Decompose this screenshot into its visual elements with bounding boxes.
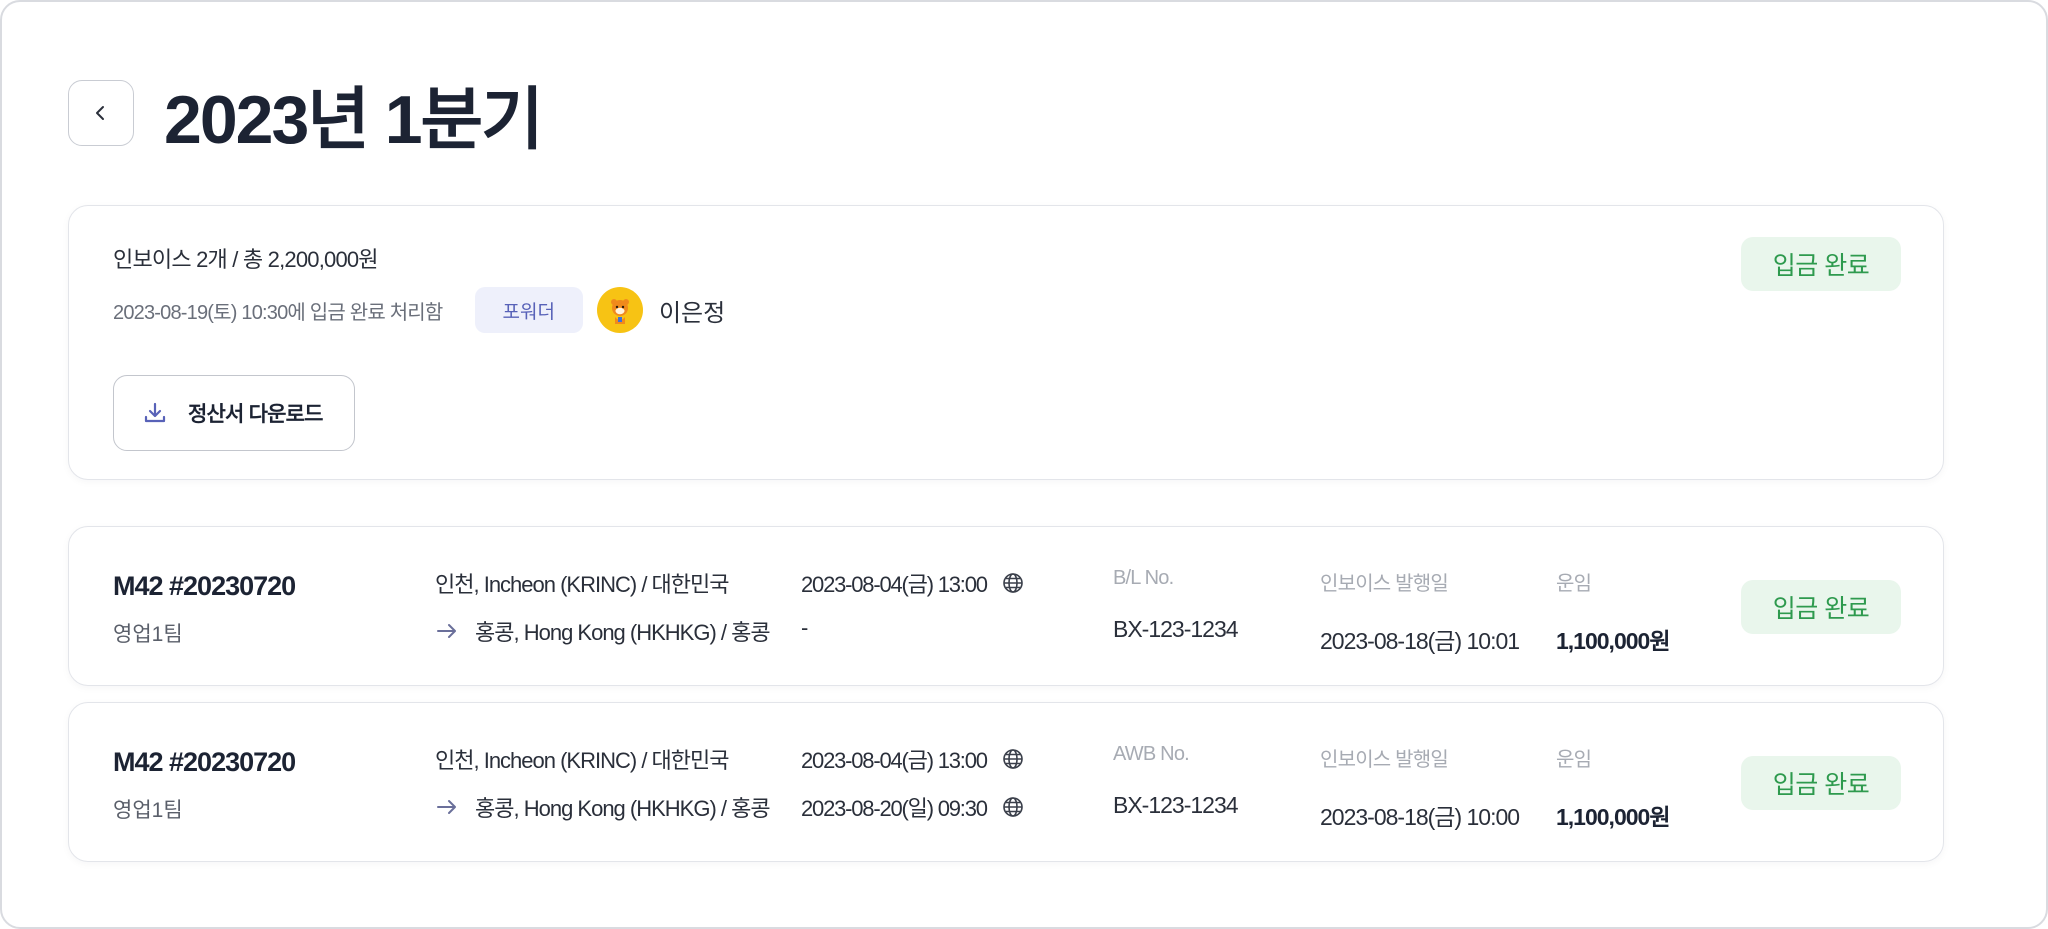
arrival-text: 2023-08-20(일) 09:30 <box>801 796 988 821</box>
destination: 홍콩, Hong Kong (HKHKG) / 홍콩 <box>435 615 771 647</box>
team-name: 영업1팀 <box>113 623 183 646</box>
download-icon <box>144 402 166 423</box>
fare-label: 운임 <box>1556 749 1592 771</box>
document-number-label: AWB No. <box>1113 743 1190 765</box>
arrival-datetime: - <box>801 615 808 641</box>
fare-value: 1,100,000원 <box>1556 628 1670 654</box>
invoice-issue-column: 인보이스 발행일 2023-08-18(금) 10:00 <box>1320 743 1520 832</box>
arrow-right-icon <box>435 795 459 819</box>
fare-label: 운임 <box>1556 573 1592 595</box>
shipment-row[interactable]: M42 #20230720 영업1팀 인천, Incheon (KRINC) /… <box>68 526 1944 686</box>
status-badge: 입금 완료 <box>1741 580 1901 634</box>
shipment-row[interactable]: M42 #20230720 영업1팀 인천, Incheon (KRINC) /… <box>68 702 1944 862</box>
shipment-id: M42 #20230720 <box>113 747 296 777</box>
fare-column: 운임 1,100,000원 <box>1556 567 1670 656</box>
globe-icon[interactable] <box>1001 795 1025 819</box>
destination: 홍콩, Hong Kong (HKHKG) / 홍콩 <box>435 791 771 823</box>
document-number-value: BX-123-1234 <box>1113 616 1239 642</box>
arrow-right-icon <box>435 619 459 643</box>
origin-port: 인천, Incheon (KRINC) / 대한민국 <box>435 572 730 597</box>
globe-icon[interactable] <box>1001 747 1025 771</box>
destination-port: 홍콩, Hong Kong (HKHKG) / 홍콩 <box>475 796 771 821</box>
download-statement-label: 정산서 다운로드 <box>188 403 323 426</box>
departure-datetime: 2023-08-04(금) 13:00 <box>801 743 1025 775</box>
origin-port: 인천, Incheon (KRINC) / 대한민국 <box>435 748 730 773</box>
status-badge: 입금 완료 <box>1741 237 1901 291</box>
document-number-label: B/L No. <box>1113 567 1174 589</box>
invoice-issue-value: 2023-08-18(금) 10:00 <box>1320 804 1520 830</box>
departure-datetime: 2023-08-04(금) 13:00 <box>801 567 1025 599</box>
invoice-issue-column: 인보이스 발행일 2023-08-18(금) 10:01 <box>1320 567 1520 656</box>
processed-info: 2023-08-19(토) 10:30에 입금 완료 처리함 포워더 이은정 <box>113 286 725 334</box>
invoice-summary-text: 인보이스 2개 / 총 2,200,000원 <box>113 247 379 272</box>
shipment-id: M42 #20230720 <box>113 571 296 601</box>
page-title: 2023년 1분기 <box>164 81 544 158</box>
app-window: 2023년 1분기 인보이스 2개 / 총 2,200,000원 2023-08… <box>0 0 2048 929</box>
invoice-issue-value: 2023-08-18(금) 10:01 <box>1320 628 1520 654</box>
tiger-avatar-icon <box>610 299 629 324</box>
departure-text: 2023-08-04(금) 13:00 <box>801 748 988 773</box>
fare-value: 1,100,000원 <box>1556 804 1670 830</box>
document-number-value: BX-123-1234 <box>1113 792 1239 818</box>
team-name: 영업1팀 <box>113 799 183 822</box>
settlement-summary-card: 인보이스 2개 / 총 2,200,000원 2023-08-19(토) 10:… <box>68 205 1944 480</box>
role-badge: 포워더 <box>474 287 583 333</box>
document-number-column: B/L No. BX-123-1234 <box>1113 567 1239 643</box>
invoice-issue-label: 인보이스 발행일 <box>1320 749 1449 771</box>
globe-icon[interactable] <box>1001 571 1025 595</box>
page-header: 2023년 1분기 <box>68 80 544 158</box>
processed-text: 2023-08-19(토) 10:30에 입금 완료 처리함 <box>113 301 443 324</box>
download-statement-button[interactable]: 정산서 다운로드 <box>113 375 355 451</box>
user-name: 이은정 <box>658 299 726 327</box>
destination-port: 홍콩, Hong Kong (HKHKG) / 홍콩 <box>475 620 771 645</box>
document-number-column: AWB No. BX-123-1234 <box>1113 743 1239 819</box>
arrival-text: - <box>801 615 808 640</box>
avatar <box>596 287 643 333</box>
status-badge: 입금 완료 <box>1741 756 1901 810</box>
invoice-issue-label: 인보이스 발행일 <box>1320 573 1449 595</box>
arrival-datetime: 2023-08-20(일) 09:30 <box>801 791 1025 823</box>
departure-text: 2023-08-04(금) 13:00 <box>801 572 988 597</box>
chevron-left-icon <box>96 106 104 120</box>
fare-column: 운임 1,100,000원 <box>1556 743 1670 832</box>
back-button[interactable] <box>68 80 134 146</box>
